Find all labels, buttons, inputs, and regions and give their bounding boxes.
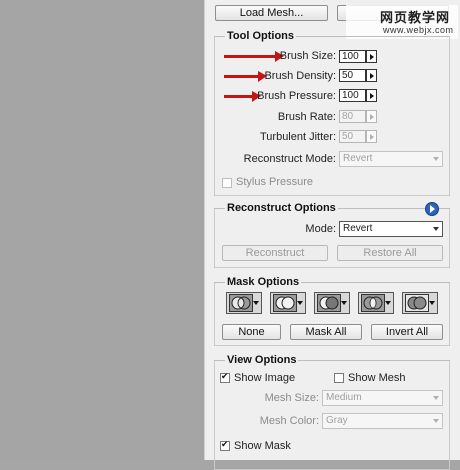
red-arrow-icon [224,51,284,62]
mask-options-title: Mask Options [225,276,302,288]
invert-all-button[interactable]: Invert All [371,324,443,340]
stylus-pressure-label: Stylus Pressure [236,176,314,188]
reconstruct-mode-value: Revert [343,153,373,164]
tool-options-title: Tool Options [225,30,297,42]
brush-density-label: Brush Density: [264,70,336,82]
add-to-selection-mask-button[interactable] [270,292,306,314]
turbulent-jitter-label: Turbulent Jitter: [259,131,336,143]
show-image-checkbox[interactable] [220,371,230,383]
chevron-down-icon [253,301,259,305]
watermark-url: www.webjx.com [383,25,454,35]
mesh-size-label: Mesh Size: [264,392,319,404]
subtract-from-selection-icon [317,294,341,312]
show-mask-checkbox[interactable] [220,439,230,451]
add-to-selection-icon [273,294,297,312]
invert-selection-icon [405,294,429,312]
brush-density-input[interactable]: 50 [339,69,366,82]
intersect-selection-mask-button[interactable] [358,292,394,314]
brush-pressure-input[interactable]: 100 [339,89,366,102]
brush-rate-slider-arrow-icon [366,110,377,123]
brush-size-slider-arrow-icon[interactable] [366,50,377,63]
red-arrow-icon [224,91,261,102]
brush-pressure-label: Brush Pressure: [257,90,336,102]
brush-rate-input: 80 [339,110,366,123]
mesh-color-select: Gray [322,413,443,429]
brush-pressure-slider-arrow-icon[interactable] [366,89,377,102]
view-options-title: View Options [225,354,299,366]
reconstruct-mode-label: Reconstruct Mode: [243,153,336,165]
mask-all-button[interactable]: Mask All [290,324,362,340]
reconstruct-mode-select: Revert [339,151,443,167]
chevron-down-icon [341,301,347,305]
mask-none-button[interactable]: None [222,324,281,340]
mesh-color-value: Gray [326,415,348,426]
brush-rate-label: Brush Rate: [277,111,336,123]
stylus-pressure-checkbox [222,178,232,188]
mesh-size-value: Medium [326,392,362,403]
show-mesh-label: Show Mesh [348,372,406,384]
turbulent-jitter-slider-arrow-icon [366,130,377,143]
invert-selection-mask-button[interactable] [402,292,438,314]
subtract-from-selection-mask-button[interactable] [314,292,350,314]
chevron-down-icon [297,301,303,305]
play-info-icon[interactable] [425,202,439,216]
brush-size-label: Brush Size: [279,50,336,62]
chevron-down-icon [433,419,439,423]
brush-density-slider-arrow-icon[interactable] [366,69,377,82]
chevron-down-icon [429,301,435,305]
mode-select[interactable]: Revert [339,221,443,237]
turbulent-jitter-input: 50 [339,130,366,143]
intersect-selection-icon [361,294,385,312]
show-mesh-checkbox[interactable] [334,373,344,383]
replace-selection-mask-button[interactable] [226,292,262,314]
reconstruct-options-title: Reconstruct Options [225,202,338,214]
mesh-color-label: Mesh Color: [259,415,319,427]
mode-value: Revert [343,223,373,234]
chevron-down-icon [433,227,439,231]
brush-size-input[interactable]: 100 [339,50,366,63]
reconstruct-button: Reconstruct [222,245,328,261]
mesh-size-select: Medium [322,390,443,406]
mode-label: Mode: [305,223,336,235]
replace-selection-icon [229,294,253,312]
chevron-down-icon [433,157,439,161]
watermark-title: 网页教学网 [380,10,451,25]
chevron-down-icon [385,301,391,305]
red-arrow-icon [224,71,267,82]
load-mesh-button[interactable]: Load Mesh... [215,5,328,21]
chevron-down-icon [433,396,439,400]
restore-all-button: Restore All [337,245,443,261]
image-canvas-area [0,0,204,460]
show-image-label: Show Image [234,372,296,384]
show-mask-label: Show Mask [234,440,291,452]
